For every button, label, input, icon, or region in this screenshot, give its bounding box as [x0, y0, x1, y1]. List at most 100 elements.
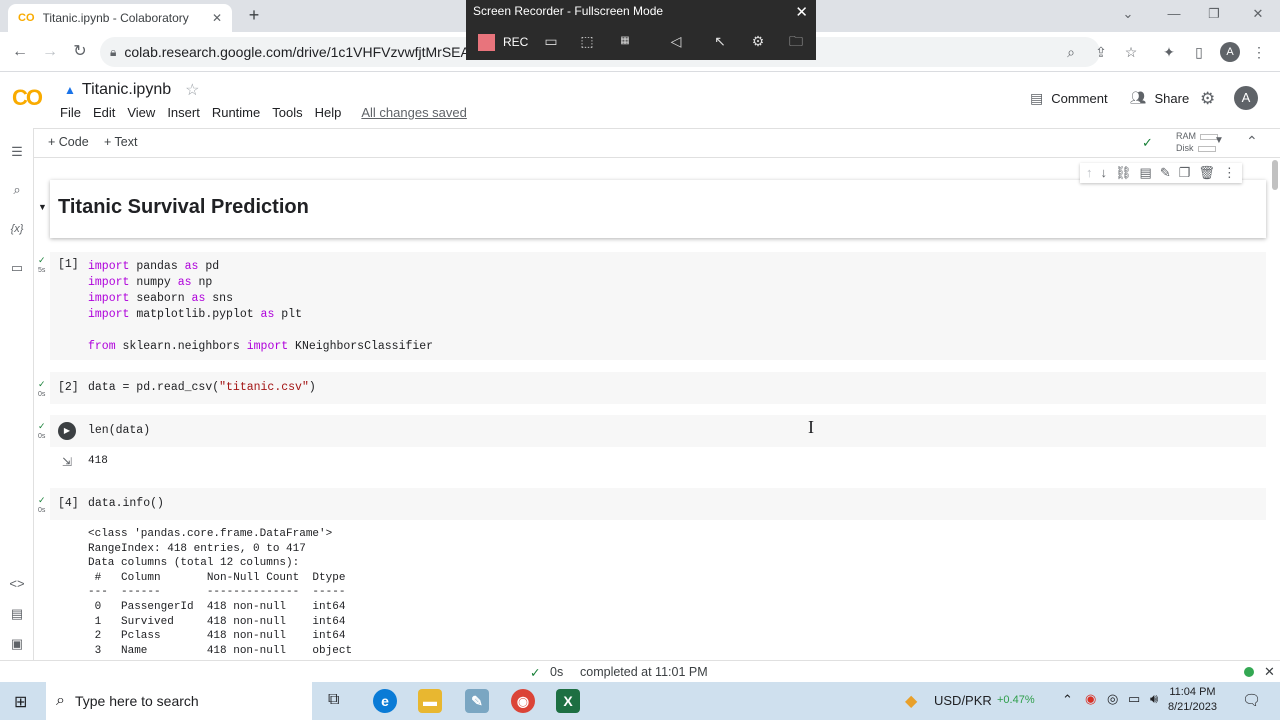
- new-tab-button[interactable]: +: [244, 5, 264, 25]
- notebook-scrollbar[interactable]: [1270, 158, 1280, 660]
- delete-trash-icon[interactable]: 🗑︎: [1198, 165, 1215, 181]
- terminal-icon[interactable]: ▣: [7, 634, 27, 654]
- disk-label: Disk: [1176, 143, 1194, 153]
- ram-disk-indicator[interactable]: RAM Disk: [1176, 130, 1218, 154]
- menu-runtime[interactable]: Runtime: [212, 105, 260, 120]
- zoom-icon[interactable]: ⌕: [1062, 43, 1080, 61]
- code-cell-2[interactable]: [2] data = pd.read_csv("titanic.csv"): [50, 372, 1266, 404]
- task-view-icon[interactable]: ⧉: [328, 691, 339, 709]
- table-of-contents-icon[interactable]: ☰: [7, 142, 27, 162]
- close-status-icon[interactable]: ✕: [1264, 664, 1275, 680]
- taskbar-search-box[interactable]: ⌕ Type here to search: [46, 682, 312, 720]
- extensions-icon[interactable]: ✦: [1160, 43, 1178, 61]
- edit-pencil-icon[interactable]: ✎: [1160, 165, 1171, 181]
- browser-menu-icon[interactable]: ⋮: [1250, 43, 1268, 61]
- people-icon: 👥︎: [1130, 90, 1147, 105]
- ram-label: RAM: [1176, 131, 1196, 141]
- files-folder-icon[interactable]: ▭: [7, 258, 27, 278]
- search-icon[interactable]: ⌕: [7, 180, 27, 200]
- menu-edit[interactable]: Edit: [93, 105, 115, 120]
- scrollbar-thumb[interactable]: [1272, 160, 1278, 190]
- cell-action-toolbar: ↑ ↓ ⛓ ▤ ✎ ❐ 🗑︎ ⋮: [1080, 163, 1242, 183]
- battery-icon[interactable]: ▭: [1128, 691, 1140, 707]
- recorder-close-icon[interactable]: ✕: [795, 3, 808, 21]
- clock-date: 8/21/2023: [1168, 701, 1217, 713]
- reload-icon[interactable]: ↻: [70, 42, 90, 62]
- bookmark-star-icon[interactable]: ☆: [1122, 43, 1140, 61]
- move-up-icon[interactable]: ↑: [1086, 165, 1093, 181]
- currency-ticker[interactable]: USD/PKR: [934, 693, 992, 708]
- restore-button[interactable]: ❐: [1200, 4, 1228, 24]
- runtime-dropdown-icon[interactable]: ▼: [1214, 135, 1224, 146]
- region-select-icon[interactable]: ⬚: [575, 30, 599, 52]
- status-check-icon: ✓: [530, 666, 541, 680]
- record-tray-icon[interactable]: ◉: [1085, 691, 1096, 707]
- tray-chevron-icon[interactable]: ⌃: [1062, 692, 1073, 708]
- output-actions-icon[interactable]: ⇲: [62, 455, 72, 469]
- chrome-icon[interactable]: ◉: [511, 689, 535, 713]
- save-status-link[interactable]: All changes saved: [361, 105, 467, 120]
- close-tab-icon[interactable]: ✕: [212, 11, 222, 25]
- volume-icon[interactable]: 🔊︎: [1150, 691, 1158, 707]
- code-cell-1[interactable]: [1] import pandas as pd import numpy as …: [50, 252, 1266, 360]
- tab-search-icon[interactable]: ⌄: [1114, 4, 1142, 24]
- cursor-icon[interactable]: ↖: [708, 30, 732, 52]
- code-cell-3[interactable]: ▶ len(data): [50, 415, 1266, 447]
- notifications-icon[interactable]: 🗨︎: [1242, 691, 1261, 709]
- menu-insert[interactable]: Insert: [167, 105, 200, 120]
- excel-icon[interactable]: X: [556, 689, 580, 713]
- command-palette-icon[interactable]: ▤: [7, 604, 27, 624]
- add-text-button[interactable]: + Text: [104, 135, 137, 149]
- collapse-header-icon[interactable]: ⌃: [1246, 133, 1258, 150]
- menu-file[interactable]: File: [60, 105, 81, 120]
- more-options-icon[interactable]: ⋮: [1223, 165, 1236, 181]
- tray-app-icon[interactable]: ◎: [1107, 691, 1118, 707]
- taskbar-search-icon: ⌕: [56, 692, 65, 709]
- account-avatar[interactable]: A: [1234, 86, 1258, 110]
- windows-taskbar: ⊞ ⌕ Type here to search ⧉ e ▬ ✎ ◉ X ◆ US…: [0, 682, 1280, 720]
- comment-button[interactable]: ▤ Comment: [1030, 90, 1108, 107]
- menu-help[interactable]: Help: [315, 105, 342, 120]
- minimize-button[interactable]: —: [1160, 4, 1188, 24]
- mp4-format-icon[interactable]: ▦: [613, 30, 637, 52]
- menu-view[interactable]: View: [127, 105, 155, 120]
- move-down-icon[interactable]: ↓: [1101, 165, 1108, 181]
- windows-start-icon[interactable]: ⊞: [14, 692, 27, 712]
- mirror-cell-icon[interactable]: ❐: [1179, 165, 1191, 181]
- speaker-icon[interactable]: ◁: [664, 30, 688, 52]
- monitor-icon[interactable]: ▭: [539, 30, 563, 52]
- code-cell-4-source: data.info(): [88, 497, 164, 510]
- cell-4-status: ✓ 0s: [38, 495, 46, 515]
- star-icon[interactable]: ☆: [185, 80, 199, 100]
- comment-cell-icon[interactable]: ▤: [1140, 165, 1152, 181]
- system-clock[interactable]: 11:04 PM 8/21/2023: [1168, 685, 1217, 715]
- notebook-title[interactable]: Titanic.ipynb: [82, 81, 171, 99]
- browser-tab[interactable]: CO Titanic.ipynb - Colaboratory ✕: [8, 4, 232, 32]
- currency-change: +0.47%: [997, 694, 1035, 706]
- share-page-icon[interactable]: ⇪: [1092, 43, 1110, 61]
- gear-icon[interactable]: ⚙: [746, 30, 770, 52]
- browser-profile-avatar[interactable]: A: [1220, 42, 1240, 62]
- code-snippets-icon[interactable]: <>: [7, 574, 27, 594]
- code-cell-4[interactable]: [4] data.info(): [50, 488, 1266, 520]
- record-stop-icon[interactable]: [478, 34, 495, 51]
- forward-icon[interactable]: →: [40, 42, 60, 62]
- settings-gear-icon[interactable]: ⚙: [1200, 89, 1215, 109]
- add-code-button[interactable]: + Code: [48, 135, 89, 149]
- link-icon[interactable]: ⛓: [1115, 165, 1132, 181]
- folder-icon[interactable]: 🗀: [784, 30, 808, 52]
- code-cell-2-source: data = pd.read_csv("titanic.csv"): [88, 381, 316, 394]
- app-icon[interactable]: ✎: [465, 689, 489, 713]
- section-collapse-icon[interactable]: ▼: [38, 202, 47, 212]
- close-window-button[interactable]: ✕: [1244, 4, 1272, 24]
- run-cell-icon[interactable]: ▶: [58, 422, 76, 440]
- menu-tools[interactable]: Tools: [272, 105, 302, 120]
- colab-logo[interactable]: CO: [12, 85, 43, 111]
- edge-icon[interactable]: e: [373, 689, 397, 713]
- variables-icon[interactable]: {x}: [7, 219, 27, 239]
- file-explorer-icon[interactable]: ▬: [418, 689, 442, 713]
- side-panel-icon[interactable]: ▯: [1190, 43, 1208, 61]
- back-icon[interactable]: ←: [10, 42, 30, 62]
- text-cell-heading[interactable]: ▼ Titanic Survival Prediction: [38, 180, 1266, 238]
- share-button[interactable]: 👥︎ Share: [1130, 90, 1189, 106]
